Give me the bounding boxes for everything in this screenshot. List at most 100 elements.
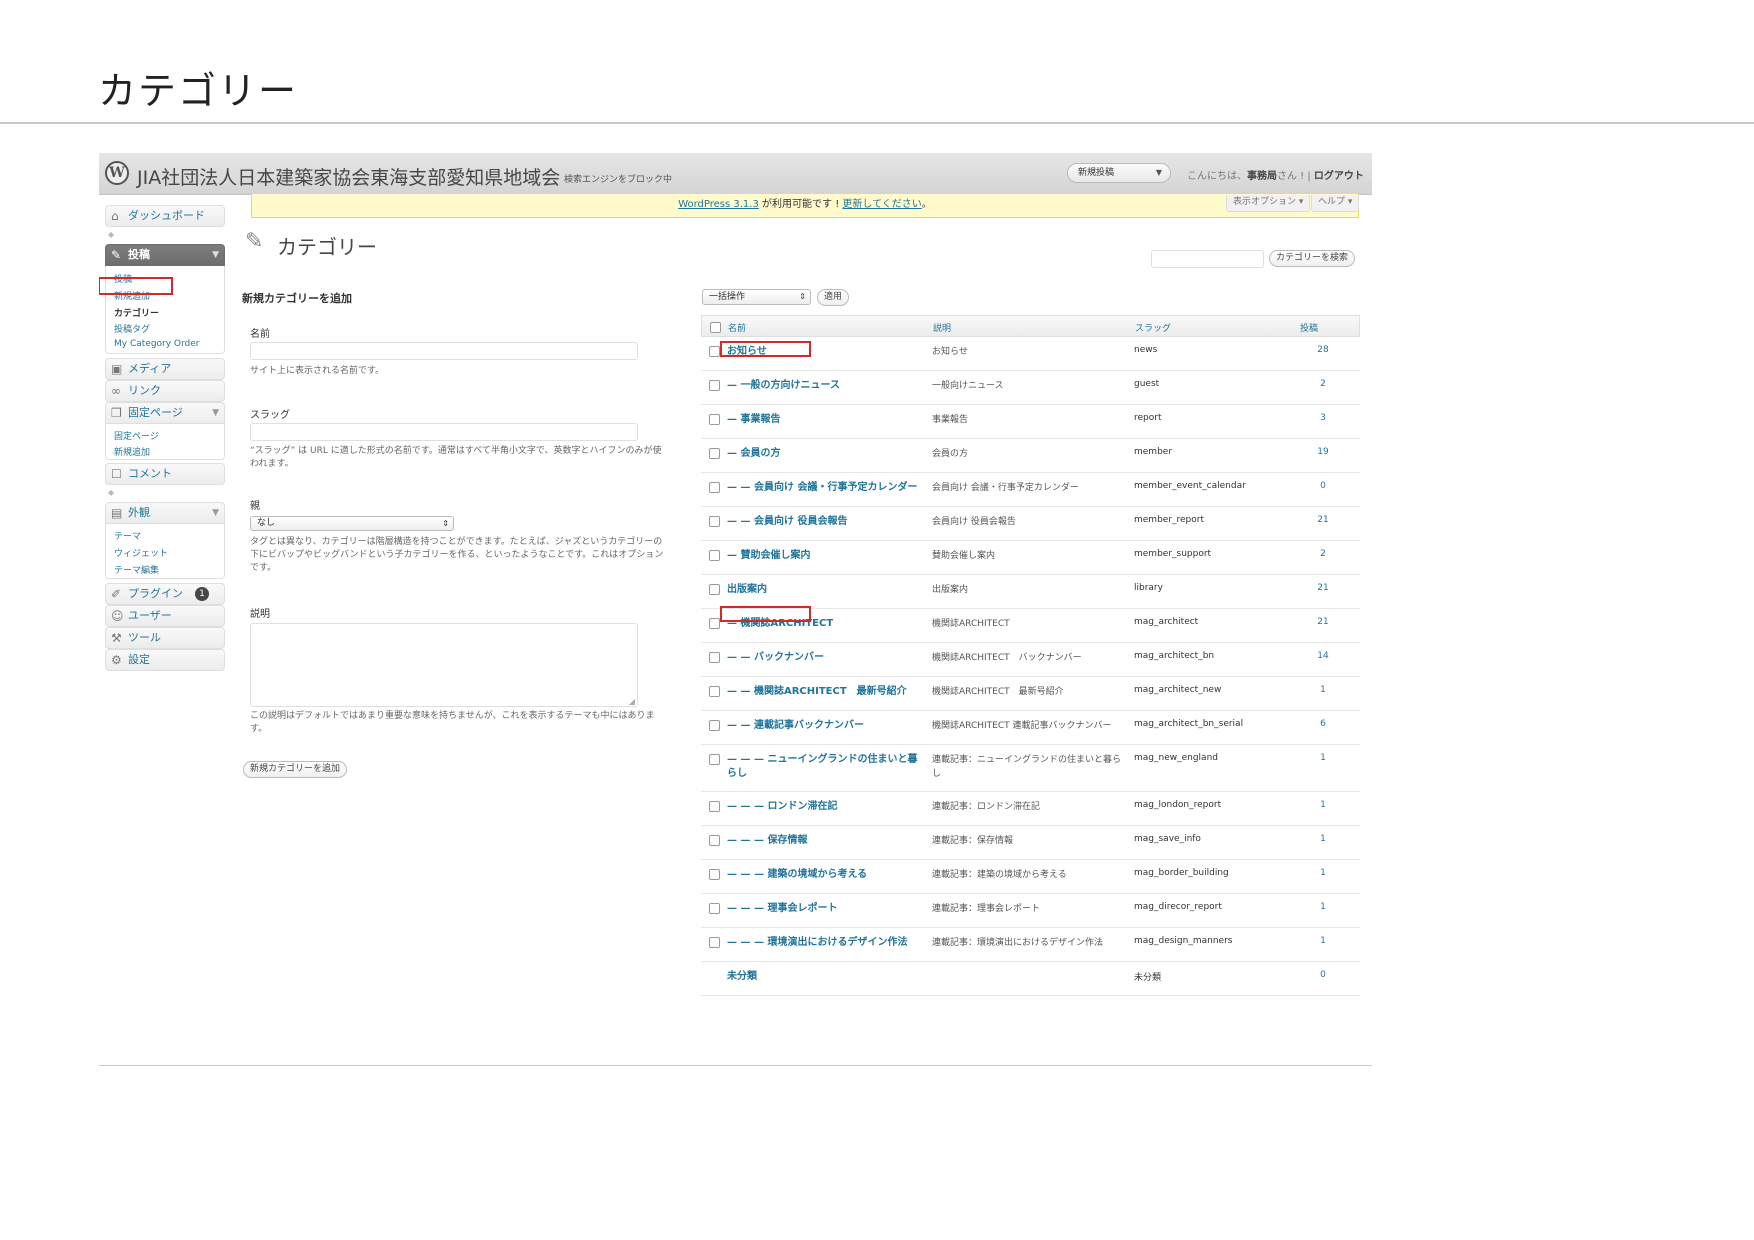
submenu-categories[interactable]: カテゴリー <box>114 306 159 319</box>
category-name-link[interactable]: 未分類 <box>727 970 922 984</box>
row-checkbox[interactable] <box>709 869 720 880</box>
category-post-count[interactable]: 1 <box>1313 868 1333 878</box>
row-checkbox[interactable] <box>709 380 720 391</box>
row-checkbox[interactable] <box>709 754 720 765</box>
chevron-down-icon[interactable]: ▼ <box>212 403 219 423</box>
row-checkbox[interactable] <box>709 801 720 812</box>
category-name-link[interactable]: — 一般の方向けニュース <box>727 379 922 393</box>
row-checkbox[interactable] <box>709 516 720 527</box>
submenu-post-tags[interactable]: 投稿タグ <box>114 322 150 335</box>
category-name-link[interactable]: — — — 環境演出におけるデザイン作法 <box>727 936 922 950</box>
category-name-link[interactable]: — 会員の方 <box>727 447 922 461</box>
add-new-category-button[interactable]: 新規カテゴリーを追加 <box>243 761 348 778</box>
menu-posts[interactable]: ✎ 投稿 ▼ <box>105 244 225 266</box>
category-name-link[interactable]: — 賛助会催し案内 <box>727 549 922 563</box>
submenu-my-category-order[interactable]: My Category Order <box>114 339 200 349</box>
submenu-pages[interactable]: 固定ページ <box>114 429 159 442</box>
logout-link[interactable]: ログアウト <box>1314 171 1364 182</box>
resize-grip-icon[interactable]: ◢ <box>629 697 635 706</box>
category-name-link[interactable]: — — バックナンバー <box>727 651 922 665</box>
category-name-input[interactable] <box>250 342 638 360</box>
wordpress-version-link[interactable]: WordPress 3.1.3 <box>678 199 759 210</box>
category-name-link[interactable]: — — 機関誌ARCHITECT 最新号紹介 <box>727 685 922 699</box>
category-name-link[interactable]: — — — ロンドン滞在記 <box>727 800 922 814</box>
apply-button[interactable]: 適用 <box>817 289 850 306</box>
menu-plugins[interactable]: ✐ プラグイン 1 <box>105 583 225 605</box>
row-checkbox[interactable] <box>709 835 720 846</box>
category-description-textarea[interactable]: ◢ <box>250 623 638 707</box>
screen-options-tab[interactable]: 表示オプション ▾ <box>1226 195 1311 212</box>
row-checkbox[interactable] <box>709 937 720 948</box>
row-checkbox[interactable] <box>709 686 720 697</box>
category-post-count[interactable]: 21 <box>1313 515 1333 525</box>
category-post-count[interactable]: 1 <box>1313 753 1333 763</box>
help-tab[interactable]: ヘルプ ▾ <box>1311 195 1360 212</box>
site-title[interactable]: JIA社団法人日本建築家協会東海支部愛知県地域会 <box>137 163 560 190</box>
row-checkbox[interactable] <box>709 720 720 731</box>
category-post-count[interactable]: 0 <box>1313 970 1333 980</box>
category-slug-input[interactable] <box>250 423 638 441</box>
category-name-link[interactable]: — — — ニューイングランドの住まいと暮らし <box>727 753 922 781</box>
category-post-count[interactable]: 1 <box>1313 685 1333 695</box>
parent-category-select[interactable]: なし ⇕ <box>250 516 454 531</box>
category-post-count[interactable]: 0 <box>1313 481 1333 491</box>
category-post-count[interactable]: 21 <box>1313 617 1333 627</box>
menu-appearance[interactable]: ▤ 外観 ▼ <box>105 502 225 524</box>
column-name[interactable]: 名前 <box>728 321 746 334</box>
submenu-theme-editor[interactable]: テーマ編集 <box>114 563 159 576</box>
category-name-link[interactable]: — 事業報告 <box>727 413 922 427</box>
submenu-widgets[interactable]: ウィジェット <box>114 546 168 559</box>
username-link[interactable]: 事務局 <box>1247 171 1277 182</box>
column-posts[interactable]: 投稿 <box>1300 321 1318 334</box>
submenu-add-new-page[interactable]: 新規追加 <box>114 445 150 458</box>
column-description[interactable]: 説明 <box>933 321 951 334</box>
menu-dashboard[interactable]: ⌂ ダッシュボード <box>105 205 225 227</box>
menu-users[interactable]: ☺ ユーザー <box>105 605 225 627</box>
category-post-count[interactable]: 2 <box>1313 549 1333 559</box>
category-post-count[interactable]: 3 <box>1313 413 1333 423</box>
category-post-count[interactable]: 1 <box>1313 800 1333 810</box>
category-name-link[interactable]: — — — 保存情報 <box>727 834 922 848</box>
category-search-input[interactable] <box>1151 250 1264 268</box>
category-post-count[interactable]: 28 <box>1313 345 1333 355</box>
row-checkbox[interactable] <box>709 550 720 561</box>
row-checkbox[interactable] <box>709 903 720 914</box>
category-name-link[interactable]: — — — 建築の境域から考える <box>727 868 922 882</box>
submenu-themes[interactable]: テーマ <box>114 529 141 542</box>
menu-links[interactable]: ∞ リンク <box>105 380 225 402</box>
category-post-count[interactable]: 21 <box>1313 583 1333 593</box>
category-post-count[interactable]: 19 <box>1313 447 1333 457</box>
category-post-count[interactable]: 1 <box>1313 902 1333 912</box>
category-name-link[interactable]: — — 会員向け 会議・行事予定カレンダー <box>727 481 922 495</box>
menu-media[interactable]: ▣ メディア <box>105 358 225 380</box>
chevron-down-icon[interactable]: ▼ <box>212 245 219 265</box>
row-checkbox[interactable] <box>709 618 720 629</box>
search-categories-button[interactable]: カテゴリーを検索 <box>1269 250 1356 267</box>
chevron-down-icon[interactable]: ▼ <box>212 503 219 523</box>
menu-tools[interactable]: ⚒ ツール <box>105 627 225 649</box>
menu-pages[interactable]: ❐ 固定ページ ▼ <box>105 402 225 424</box>
update-now-link[interactable]: 更新してください <box>842 199 921 210</box>
wordpress-logo-icon[interactable]: W <box>105 161 129 185</box>
category-post-count[interactable]: 6 <box>1313 719 1333 729</box>
category-name-link[interactable]: 出版案内 <box>727 583 922 597</box>
category-post-count[interactable]: 1 <box>1313 834 1333 844</box>
select-all-checkbox[interactable] <box>710 322 721 333</box>
menu-comments[interactable]: ☐ コメント <box>105 463 225 485</box>
new-post-dropdown[interactable]: 新規投稿 ▼ <box>1067 163 1171 183</box>
category-name-link[interactable]: — — 会員向け 役員会報告 <box>727 515 922 529</box>
bulk-actions-select[interactable]: 一括操作 ⇕ <box>702 289 811 305</box>
row-checkbox[interactable] <box>709 652 720 663</box>
category-post-count[interactable]: 14 <box>1313 651 1333 661</box>
menu-settings[interactable]: ⚙ 設定 <box>105 649 225 671</box>
column-slug[interactable]: スラッグ <box>1135 321 1171 334</box>
row-checkbox[interactable] <box>709 584 720 595</box>
row-checkbox[interactable] <box>709 482 720 493</box>
category-name-link[interactable]: — — — 理事会レポート <box>727 902 922 916</box>
row-checkbox[interactable] <box>709 448 720 459</box>
category-post-count[interactable]: 2 <box>1313 379 1333 389</box>
category-name-link[interactable]: — — 連載記事バックナンバー <box>727 719 922 733</box>
category-post-count[interactable]: 1 <box>1313 936 1333 946</box>
row-checkbox[interactable] <box>709 346 720 357</box>
row-checkbox[interactable] <box>709 414 720 425</box>
